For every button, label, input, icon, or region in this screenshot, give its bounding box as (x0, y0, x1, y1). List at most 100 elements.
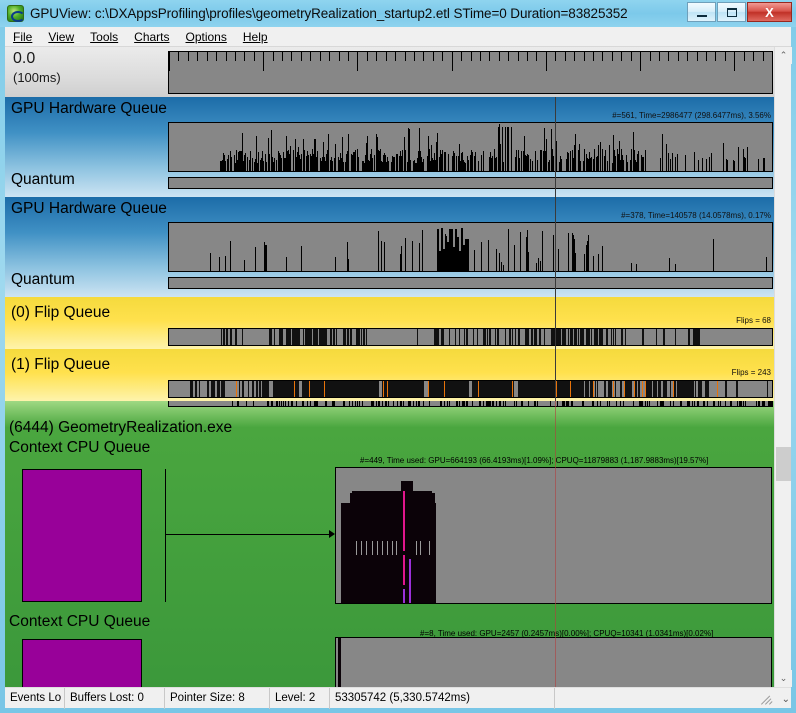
menu-item-charts[interactable]: Charts (126, 28, 177, 46)
gpu-activity-bar (537, 160, 538, 171)
gpu-activity-bar (442, 149, 443, 171)
context-thread-block-1[interactable] (22, 469, 142, 602)
menu-item-options[interactable]: Options (178, 28, 235, 46)
vertical-scrollbar[interactable]: ⌃ ⌄ (774, 47, 792, 687)
flip-vsync-marker (383, 381, 384, 397)
gpu-activity-bar (516, 149, 517, 171)
gpu-activity-bar (304, 150, 305, 171)
process-strip-track[interactable] (168, 401, 773, 407)
menu-item-tools[interactable]: Tools (82, 28, 126, 46)
flip-bar (606, 329, 608, 345)
process-activity-bar (528, 401, 529, 406)
process-activity-bar (413, 401, 414, 406)
process-activity-bar (279, 401, 280, 406)
ruler-tick (216, 52, 217, 61)
gpu-activity-bar (388, 160, 389, 171)
flip-bar (591, 329, 592, 345)
gpu-queue-track-1[interactable] (168, 122, 773, 172)
process-activity-bar (597, 401, 598, 406)
gpu-activity-bar (685, 155, 686, 171)
flip-queue-track-1[interactable] (168, 380, 773, 398)
time-cursor-line (555, 401, 556, 687)
process-activity-bar (737, 401, 738, 406)
process-activity-bar (464, 401, 465, 406)
gpu-activity-bar (335, 143, 336, 171)
status-chevron-down-icon[interactable]: ⌄ (782, 694, 790, 705)
gpu-activity-bar (627, 161, 628, 171)
flip-queue-track-0[interactable] (168, 328, 773, 346)
flip-vsync-marker (294, 381, 295, 397)
flip-bar (688, 329, 690, 345)
gpu-activity-bar (598, 144, 599, 171)
process-activity-bar (410, 401, 411, 406)
process-activity-bar (714, 401, 715, 406)
ruler-tick (273, 52, 274, 61)
window-title: GPUView: c:\DXAppsProfiling\profiles\geo… (30, 6, 628, 21)
process-activity-bar (457, 401, 458, 406)
flip-bar (615, 381, 616, 397)
gpu-activity-bar (231, 157, 232, 171)
flip-bar (311, 329, 312, 345)
scrollbar-thumb[interactable] (776, 447, 791, 481)
context-cpu-queue-track-1[interactable] (335, 467, 772, 604)
timeline-canvas[interactable]: 0.0 (100ms) GPU Hardware Queue #=561, Ti… (5, 47, 776, 687)
process-activity-bar (673, 401, 674, 406)
flip-bar (199, 381, 200, 397)
process-activity-bar (607, 401, 608, 406)
flip-bar (588, 381, 589, 397)
gpu-activity-bar (570, 150, 571, 171)
flip-bar (515, 329, 516, 345)
flip-queue-stat-1: Flips = 243 (731, 368, 771, 377)
gpu-activity-bar (225, 255, 226, 271)
cpu-queue-separator (377, 541, 378, 555)
flip-bar (242, 381, 244, 397)
menu-item-view[interactable]: View (40, 28, 82, 46)
process-activity-bar (490, 401, 491, 406)
menu-item-file[interactable]: File (5, 28, 40, 46)
ruler-tick (226, 52, 227, 61)
gpu-activity-bar (670, 159, 671, 171)
scroll-up-button[interactable]: ⌃ (775, 47, 792, 64)
menu-item-help[interactable]: Help (235, 28, 276, 46)
process-activity-bar (253, 401, 254, 406)
resize-grip-icon[interactable] (760, 692, 774, 706)
gpu-activity-bar (636, 264, 637, 271)
context-cpu-queue-track-2[interactable] (335, 637, 772, 687)
title-bar: GPUView: c:\DXAppsProfiling\profiles\geo… (0, 0, 796, 27)
gpu-activity-bar (348, 133, 349, 171)
gpu-activity-bar (474, 249, 475, 271)
flip-bar (207, 381, 209, 397)
scroll-down-button[interactable]: ⌄ (775, 670, 792, 687)
flip-queue-stat-0: Flips = 68 (736, 316, 771, 325)
cpu-queue-separator (416, 541, 417, 555)
gpu-activity-bar (511, 127, 512, 171)
process-title: (6444) GeometryRealization.exe (9, 419, 233, 436)
close-button[interactable]: X (747, 2, 792, 22)
process-activity-bar (609, 401, 610, 406)
gpu-quantum-track-1[interactable] (168, 177, 773, 189)
flip-bar (675, 381, 676, 397)
ruler-tick (574, 52, 575, 61)
flip-bar (303, 329, 304, 345)
time-cursor-line (555, 197, 556, 297)
gpu-activity-bar (465, 162, 466, 171)
gpu-activity-bar (528, 251, 529, 271)
ruler-tick (593, 52, 594, 61)
flip-vsync-marker (428, 381, 429, 397)
minimize-button[interactable] (687, 2, 716, 22)
gpu-queue-track-2[interactable] (168, 222, 773, 272)
flip-bar (611, 329, 612, 345)
ruler-tick (602, 52, 603, 61)
ruler-track[interactable] (168, 51, 773, 94)
menu-label-help: Help (242, 29, 268, 44)
flip-bar (248, 381, 249, 397)
cpu-queue-packet-marker (403, 555, 405, 585)
gpu-activity-bar (666, 144, 667, 171)
flip-bar (656, 329, 657, 345)
ruler-tick (207, 52, 208, 61)
maximize-button[interactable] (717, 2, 746, 22)
gpu-activity-bar (481, 155, 482, 171)
flip-bar (595, 381, 596, 397)
gpu-quantum-track-2[interactable] (168, 277, 773, 289)
context-thread-block-2[interactable] (22, 639, 142, 687)
